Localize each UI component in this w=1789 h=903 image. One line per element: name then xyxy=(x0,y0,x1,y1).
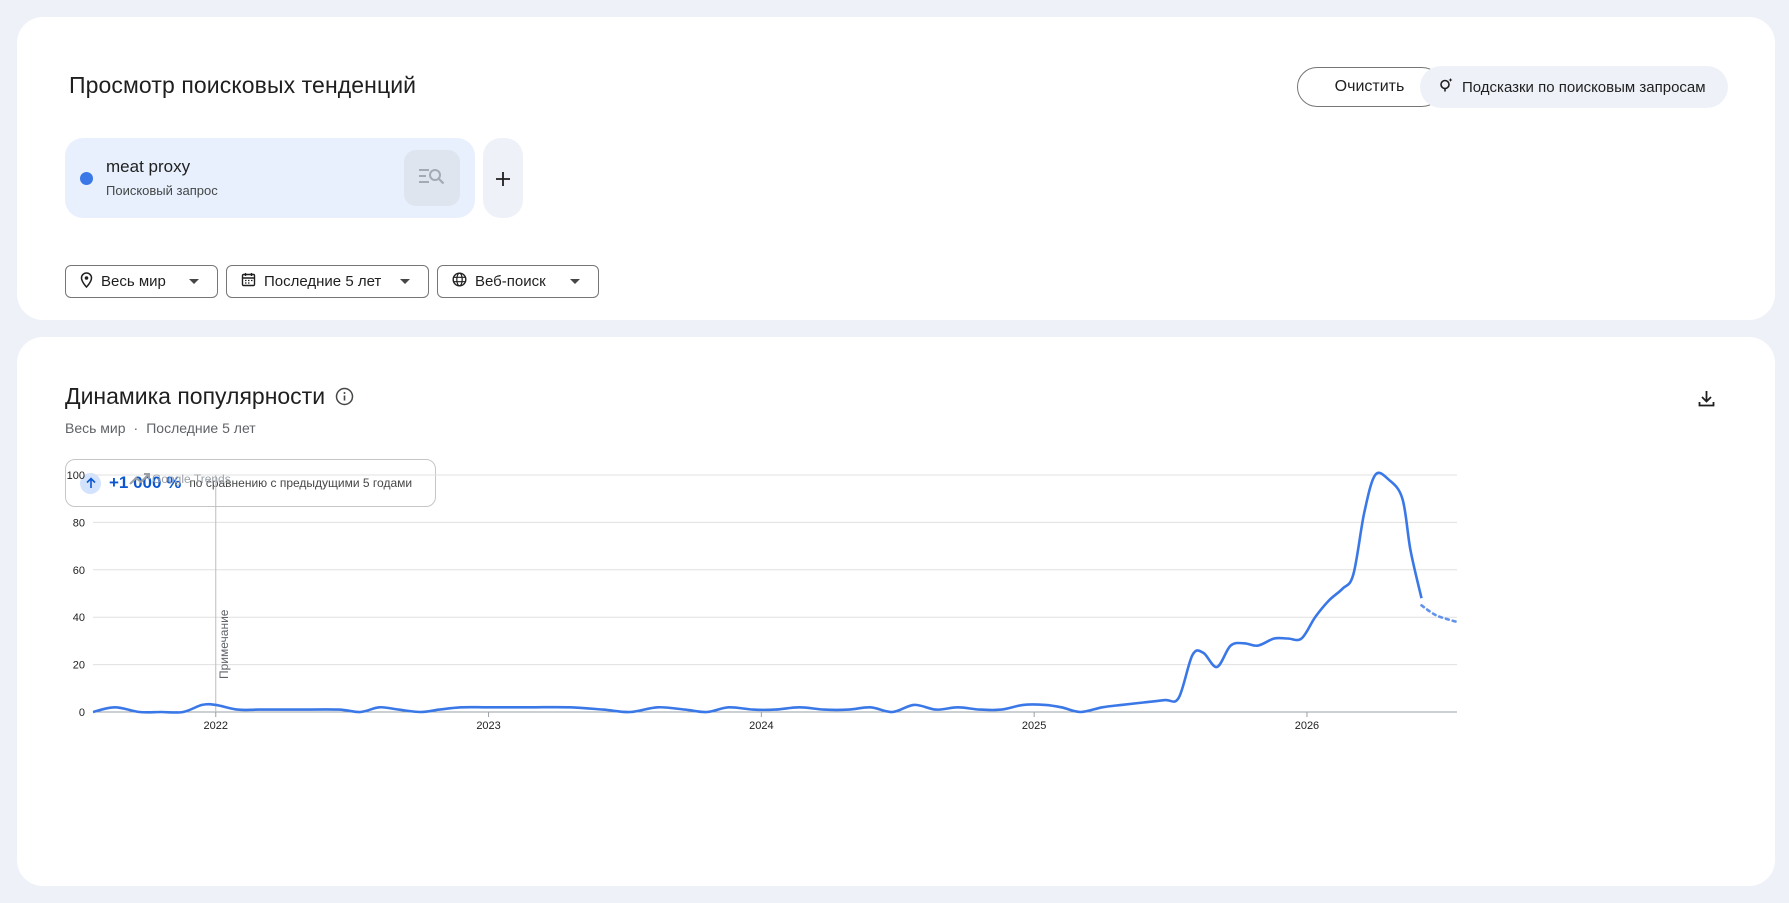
page-title: Просмотр поисковых тенденций xyxy=(69,72,417,98)
term-color-dot xyxy=(80,172,93,185)
x-tick-label-2022: 2022 xyxy=(204,720,228,732)
series-line-0[interactable] xyxy=(92,471,1423,714)
interest-line-chart: 0 20 40 60 80 100 2022 2023 2024 2025 2026 Примеч… xyxy=(67,470,1459,732)
term-name: meat proxy xyxy=(106,157,191,176)
chevron-down-icon xyxy=(400,279,410,284)
location-pin-icon xyxy=(80,271,93,292)
property-filter[interactable]: Веб-поиск xyxy=(437,265,599,298)
search-suggestions-button[interactable]: Подсказки по поисковым запросам xyxy=(1420,66,1728,108)
time-filter[interactable]: Последние 5 лет xyxy=(226,265,429,298)
watermark-text: Google Trends xyxy=(152,472,231,486)
term-type-button[interactable] xyxy=(404,150,460,206)
property-filter-label: Веб-поиск xyxy=(475,273,546,290)
y-tick-label-0: 0 xyxy=(79,707,85,719)
annotation-label[interactable]: Примечание xyxy=(217,609,231,679)
chevron-down-icon xyxy=(570,279,580,284)
term-type: Поисковый запрос xyxy=(106,183,218,198)
y-axis-ticks: 0 20 40 60 80 100 xyxy=(67,470,85,719)
calendar-icon xyxy=(241,272,256,291)
google-trends-watermark: Google Trends xyxy=(129,472,231,486)
x-tick-label-2025: 2025 xyxy=(1022,720,1046,732)
y-tick-label-20: 20 xyxy=(73,660,85,672)
search-suggestions-label: Подсказки по поисковым запросам xyxy=(1462,78,1706,96)
sparkle-hint-icon xyxy=(1438,77,1454,97)
search-term-chip[interactable]: meat proxy Поисковый запрос xyxy=(65,138,475,218)
y-tick-label-100: 100 xyxy=(67,470,85,482)
forecast-line xyxy=(1420,604,1459,624)
location-filter[interactable]: Весь мир xyxy=(65,265,218,298)
explore-card: Просмотр поисковых тенденций Очистить По… xyxy=(17,17,1775,320)
series-layer xyxy=(92,471,1459,714)
x-tick-label-2026: 2026 xyxy=(1295,720,1319,732)
chart-grid xyxy=(93,474,1457,713)
interest-over-time-card: Динамика популярности Весь мир · Последн… xyxy=(17,337,1775,886)
chart-annotation: Примечание xyxy=(215,475,231,712)
chevron-down-icon xyxy=(189,279,199,284)
search-list-icon xyxy=(417,166,447,191)
y-tick-label-60: 60 xyxy=(73,565,85,577)
plus-icon xyxy=(495,163,511,194)
globe-icon xyxy=(452,272,467,291)
add-term-button[interactable] xyxy=(483,138,523,218)
y-tick-label-80: 80 xyxy=(73,517,85,529)
location-filter-label: Весь мир xyxy=(101,273,166,290)
y-tick-label-40: 40 xyxy=(73,612,85,624)
x-tick-label-2023: 2023 xyxy=(476,720,500,732)
x-tick-label-2024: 2024 xyxy=(749,720,773,732)
time-filter-label: Последние 5 лет xyxy=(264,273,382,290)
x-axis-ticks: 2022 2023 2024 2025 2026 xyxy=(204,712,1319,732)
